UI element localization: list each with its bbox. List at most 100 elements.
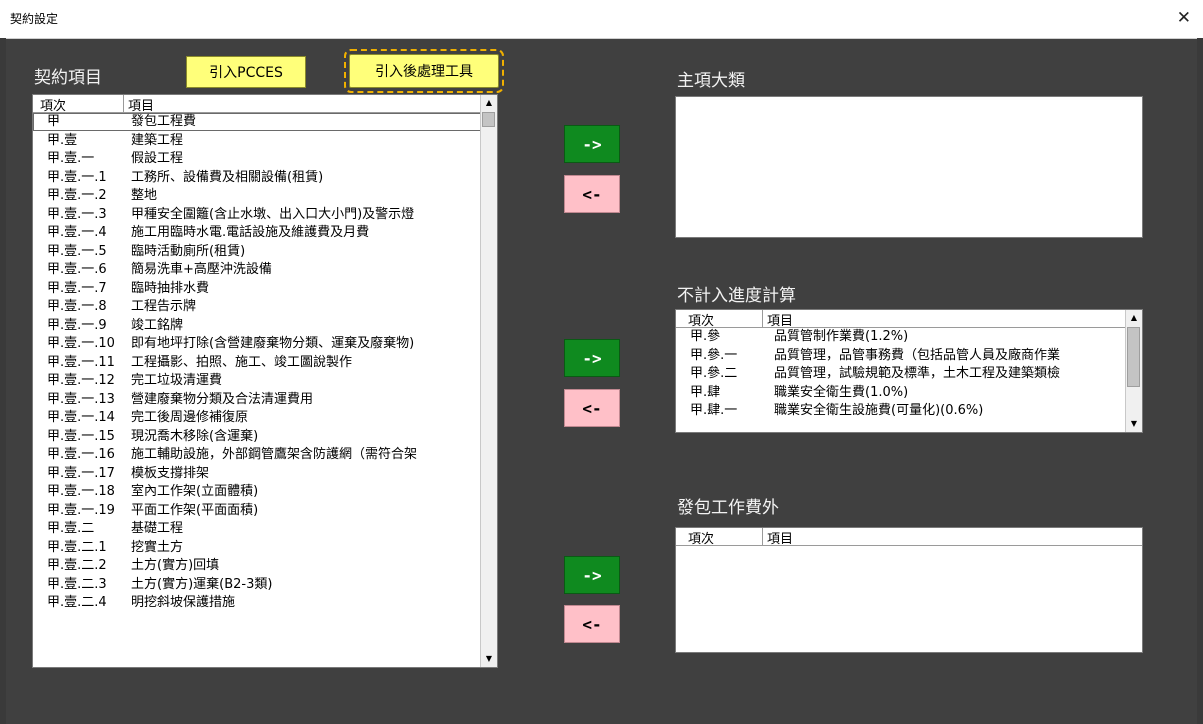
move-right-button-main[interactable]: ->	[564, 125, 620, 163]
item-code: 甲.壹.一.9	[47, 317, 107, 333]
list-item[interactable]: 甲.壹.一.2 整地	[33, 187, 481, 205]
move-left-button-main[interactable]: <-	[564, 175, 620, 213]
item-name: 職業安全衛生設施費(可量化)(0.6%)	[774, 403, 984, 418]
col-header-code: 項次	[688, 532, 715, 547]
list-item[interactable]: 甲.肆 職業安全衛生費(1.0%)	[676, 384, 1126, 402]
item-name: 施工用臨時水電.電話設施及維護費及月費	[131, 225, 370, 240]
vertical-scrollbar[interactable]: ▲ ▼	[1125, 310, 1142, 432]
item-name: 品質管理，品管事務費（包括品管人員及廠商作業	[774, 347, 1061, 363]
item-code: 甲.壹.一.8	[47, 299, 107, 314]
scroll-up-icon[interactable]: ▲	[1126, 310, 1142, 326]
item-name: 土方(實方)回填	[131, 558, 220, 573]
list-item[interactable]: 甲.壹.一.12 完工垃圾清運費	[33, 372, 481, 390]
list-item[interactable]: 甲.壹.一.14 完工後周邊修補復原	[33, 409, 481, 427]
item-name: 假設工程	[131, 151, 184, 166]
right-edge	[1197, 38, 1203, 724]
item-code: 甲	[47, 114, 61, 129]
col-header-code: 項次	[688, 314, 715, 329]
list-item[interactable]: 甲.參.一 品質管理，品管事務費（包括品管人員及廠商作業	[676, 347, 1126, 365]
item-name: 明挖斜坡保護措施	[131, 595, 236, 610]
item-name: 現況喬木移除(含運棄)	[131, 428, 259, 444]
col-header-item: 項目	[123, 95, 154, 112]
item-code: 甲.壹.一.1	[47, 169, 107, 185]
move-left-button-outside[interactable]: <-	[564, 605, 620, 643]
item-code: 甲.壹.一.11	[47, 354, 115, 370]
item-name: 營建廢棄物分類及合法清運費用	[131, 391, 314, 407]
move-right-button-progress[interactable]: ->	[564, 339, 620, 377]
item-name: 臨時抽排水費	[131, 280, 210, 296]
contract-items-label: 契約項目	[34, 68, 102, 88]
item-code: 甲.參.二	[690, 366, 738, 381]
item-code: 甲.壹.二.4	[47, 595, 107, 610]
list-item[interactable]: 甲.壹.一.5 臨時活動廁所(租賃)	[33, 243, 481, 261]
list-item[interactable]: 甲.壹.一.9 竣工銘牌	[33, 317, 481, 335]
item-code: 甲.壹.二.2	[47, 558, 107, 573]
item-name: 簡易洗車+高壓沖洗設備	[131, 262, 272, 277]
list-item[interactable]: 甲.肆.一 職業安全衛生設施費(可量化)(0.6%)	[676, 402, 1126, 420]
progress-excluded-label: 不計入進度計算	[677, 286, 796, 306]
main-category-list[interactable]	[675, 96, 1143, 238]
vertical-scrollbar[interactable]: ▲ ▼	[480, 95, 497, 667]
list-item[interactable]: 甲.參.二 品質管理，試驗規範及標準，土木工程及建築類檢	[676, 365, 1126, 383]
list-item[interactable]: 甲.壹.一.15 現況喬木移除(含運棄)	[33, 428, 481, 446]
scroll-thumb[interactable]	[1127, 327, 1140, 387]
item-code: 甲.壹.一.17	[47, 465, 115, 481]
list-item[interactable]: 甲.壹.二.1 挖實土方	[33, 539, 481, 557]
list-item[interactable]: 甲.壹.二.4 明挖斜坡保護措施	[33, 594, 481, 612]
list-item[interactable]: 甲.壹.二.3 土方(實方)運棄(B2-3類)	[33, 576, 481, 594]
scroll-down-icon[interactable]: ▼	[1126, 416, 1142, 432]
item-code: 甲.參	[690, 329, 721, 344]
scroll-thumb[interactable]	[482, 112, 495, 127]
list-item[interactable]: 甲.壹.一.18 室內工作架(立面體積)	[33, 483, 481, 501]
list-item[interactable]: 甲.壹.一.6 簡易洗車+高壓沖洗設備	[33, 261, 481, 279]
item-name: 竣工銘牌	[131, 317, 184, 333]
move-left-button-progress[interactable]: <-	[564, 389, 620, 427]
list-item[interactable]: 甲.壹.一.4 施工用臨時水電.電話設施及維護費及月費	[33, 224, 481, 242]
item-name: 施工輔助設施，外部鋼管鷹架含防護網（需符合架	[131, 447, 418, 462]
item-name: 品質管制作業費(1.2%)	[774, 329, 909, 344]
close-icon[interactable]: ✕	[1177, 8, 1191, 28]
item-code: 甲.壹.二.3	[47, 576, 107, 592]
item-code: 甲.壹.一.18	[47, 484, 115, 499]
contract-items-list[interactable]: 項次 項目 甲 發包工程費 甲.壹 建築工程 甲.壹.一 假設工程 甲.壹.一.1 工務所、設…	[32, 94, 498, 668]
item-code: 甲.壹.一.12	[47, 373, 115, 388]
list-item[interactable]: 甲.壹.一.11 工程攝影、拍照、施工、竣工圖說製作	[33, 354, 481, 372]
list-item[interactable]: 甲.壹.一.16 施工輔助設施，外部鋼管鷹架含防護網（需符合架	[33, 446, 481, 464]
import-post-processing-button[interactable]: 引入後處理工具	[344, 49, 504, 93]
list-item[interactable]: 甲.壹.一 假設工程	[33, 150, 481, 168]
list-item[interactable]: 甲.壹.一.10 即有地坪打除(含營建廢棄物分類、運棄及廢棄物)	[33, 335, 481, 353]
item-name: 工程攝影、拍照、施工、竣工圖說製作	[131, 354, 353, 370]
list-item[interactable]: 甲 發包工程費	[33, 113, 481, 131]
item-code: 甲.壹.一.10	[47, 336, 115, 351]
list-item[interactable]: 甲.壹.一.1 工務所、設備費及相關設備(租賃)	[33, 169, 481, 187]
list-item[interactable]: 甲.壹.二 基礎工程	[33, 520, 481, 538]
item-code: 甲.參.一	[690, 347, 738, 363]
list-item[interactable]: 甲.壹.二.2 土方(實方)回填	[33, 557, 481, 575]
list-item[interactable]: 甲.壹.一.13 營建廢棄物分類及合法清運費用	[33, 391, 481, 409]
list-item[interactable]: 甲.壹.一.8 工程告示牌	[33, 298, 481, 316]
item-code: 甲.肆	[690, 384, 721, 400]
item-name: 挖實土方	[131, 539, 184, 555]
import-pcces-button[interactable]: 引入PCCES	[186, 56, 306, 88]
progress-excluded-list[interactable]: 項次 項目 甲.參 品質管制作業費(1.2%) 甲.參.一 品質管理，品管事務費（包括…	[675, 309, 1143, 433]
outside-contract-label: 發包工作費外	[677, 498, 779, 518]
col-header-code: 項次	[40, 99, 67, 114]
item-name: 室內工作架(立面體積)	[131, 484, 259, 499]
title-bar: 契約設定 ✕	[0, 0, 1203, 39]
list-item[interactable]: 甲.壹.一.19 平面工作架(平面面積)	[33, 502, 481, 520]
item-code: 甲.壹.一.7	[47, 280, 107, 296]
item-name: 完工垃圾清運費	[131, 373, 223, 388]
window-title: 契約設定	[10, 12, 59, 26]
item-code: 甲.壹.一.4	[47, 225, 107, 240]
list-item[interactable]: 甲.壹.一.7 臨時抽排水費	[33, 280, 481, 298]
move-right-button-outside[interactable]: ->	[564, 556, 620, 594]
list-item[interactable]: 甲.壹.一.3 甲種安全圍籬(含止水墩、出入口大小門)及警示燈	[33, 206, 481, 224]
list-item[interactable]: 甲.參 品質管制作業費(1.2%)	[676, 328, 1126, 346]
outside-contract-list[interactable]: 項次 項目	[675, 527, 1143, 653]
item-name: 建築工程	[131, 132, 184, 148]
scroll-down-icon[interactable]: ▼	[481, 651, 497, 667]
list-item[interactable]: 甲.壹.一.17 模板支撐排架	[33, 465, 481, 483]
list-item[interactable]: 甲.壹 建築工程	[33, 132, 481, 150]
item-name: 職業安全衛生費(1.0%)	[774, 384, 909, 400]
scroll-up-icon[interactable]: ▲	[481, 95, 497, 111]
